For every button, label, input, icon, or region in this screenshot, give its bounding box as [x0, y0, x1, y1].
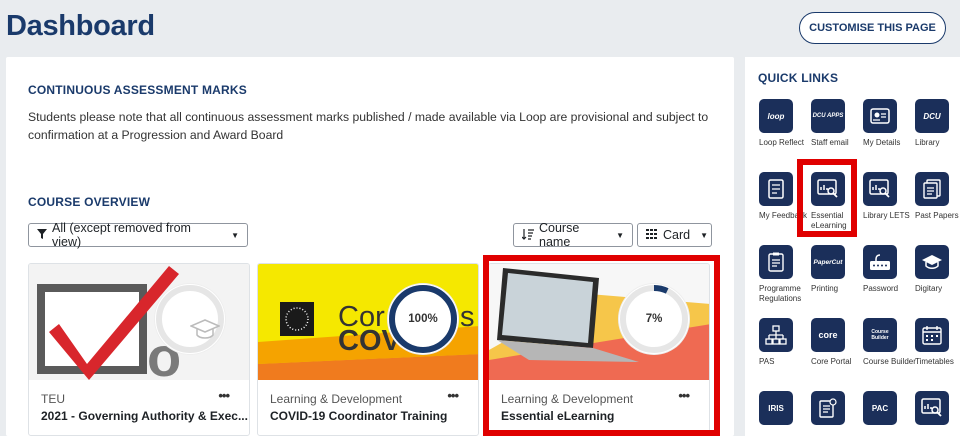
course-menu-button[interactable]: ••• [678, 388, 690, 403]
timetables-icon[interactable] [915, 318, 949, 352]
caret-down-icon: ▼ [231, 230, 239, 240]
quick-link-label[interactable]: Loop Reflect [759, 138, 815, 148]
page-title: Dashboard [6, 10, 155, 42]
quick-link-label[interactable]: Printing [811, 284, 867, 294]
sort-dropdown[interactable]: Course name ▼ [513, 221, 633, 249]
digitary-icon[interactable] [915, 245, 949, 279]
assessment-notice: Students please note that all continuous… [28, 110, 709, 142]
loop-reflect-icon[interactable]: loop [759, 99, 793, 133]
sort-label: Course name [539, 221, 580, 249]
elearning-icon[interactable] [811, 172, 845, 206]
course-name[interactable]: COVID-19 Coordinator Training [270, 409, 447, 423]
sort-icon [521, 228, 534, 243]
course-image: 7% [489, 264, 709, 380]
feedback-icon[interactable] [759, 172, 793, 206]
assessment-heading: CONTINUOUS ASSESSMENT MARKS [28, 83, 247, 97]
quick-link-label[interactable]: Library [915, 138, 960, 148]
past-papers-icon[interactable] [915, 172, 949, 206]
library-icon[interactable]: DCU [915, 99, 949, 133]
filter-icon [37, 228, 47, 242]
customise-page-button[interactable]: CUSTOMISE THIS PAGE [799, 12, 946, 44]
quick-link-label[interactable]: Essential eLearning [811, 211, 867, 231]
quick-links-heading: QUICK LINKS [758, 71, 839, 85]
password-icon[interactable] [863, 245, 897, 279]
search-report-icon[interactable] [915, 391, 949, 425]
staff-email-icon[interactable]: DCU APPS [811, 99, 845, 133]
course-category: TEU [41, 392, 65, 406]
caret-down-icon: ▼ [700, 230, 709, 240]
svg-text:s: s [460, 301, 475, 333]
course-category: Learning & Development [270, 392, 403, 406]
quick-link-label[interactable]: PAS [759, 357, 815, 367]
library-lets-icon[interactable] [863, 172, 897, 206]
document-icon[interactable] [811, 391, 845, 425]
quick-link-label[interactable]: Timetables [915, 357, 960, 367]
course-image: o [29, 264, 249, 380]
course-category: Learning & Development [501, 392, 634, 406]
progress-ring: 100% [388, 284, 458, 354]
progress-ring: 7% [619, 284, 689, 354]
quick-link-label[interactable]: Staff email [811, 138, 867, 148]
course-card[interactable]: Cor COV s 100% Learning & Development ••… [257, 263, 479, 436]
filter-label: All (except removed from view) [52, 221, 191, 249]
course-card[interactable]: 7% Learning & Development ••• Essential … [488, 263, 710, 436]
regulations-icon[interactable] [759, 245, 793, 279]
caret-down-icon: ▼ [616, 230, 624, 240]
core-portal-icon[interactable]: core [811, 318, 845, 352]
progress-label: 7% [645, 313, 663, 325]
pas-icon[interactable] [759, 318, 793, 352]
course-image: Cor COV s 100% [258, 264, 478, 380]
course-card[interactable]: o TEU ••• 2021 - Governing Authority & E… [28, 263, 250, 436]
view-dropdown[interactable]: Card ▼ [637, 223, 712, 247]
grid-icon [646, 228, 658, 242]
course-menu-button[interactable]: ••• [447, 388, 459, 403]
quick-link-label[interactable]: Library LETS [863, 211, 919, 221]
quick-link-label[interactable]: Core Portal [811, 357, 867, 367]
quick-link-label[interactable]: My Details [863, 138, 919, 148]
grouping-filter-dropdown[interactable]: All (except removed from view) ▼ [28, 221, 248, 249]
id-card-icon[interactable] [863, 99, 897, 133]
iris-icon[interactable]: IRIS [759, 391, 793, 425]
quick-links-panel: QUICK LINKS loop Loop Reflect DCU APPS S… [745, 57, 960, 436]
course-overview-heading: COURSE OVERVIEW [28, 195, 151, 209]
quick-link-label[interactable]: Password [863, 284, 919, 294]
printing-icon[interactable]: PaperCut [811, 245, 845, 279]
quick-link-label[interactable]: Programme Regulations [759, 284, 815, 304]
course-icon-badge [155, 284, 225, 354]
pac-icon[interactable]: PAC [863, 391, 897, 425]
course-name[interactable]: Essential eLearning [501, 409, 614, 423]
quick-link-label[interactable]: Course Builder [863, 357, 919, 367]
quick-link-label[interactable]: Past Papers [915, 211, 960, 221]
quick-link-label[interactable]: My Feedback [759, 211, 815, 221]
course-name[interactable]: 2021 - Governing Authority & Exec... [41, 409, 248, 423]
quick-link-label[interactable]: Digitary [915, 284, 960, 294]
view-label: Card [663, 228, 691, 242]
progress-label: 100% [408, 313, 438, 325]
course-builder-icon[interactable]: Course Builder [863, 318, 897, 352]
main-panel: CONTINUOUS ASSESSMENT MARKS Students ple… [6, 57, 734, 436]
course-menu-button[interactable]: ••• [218, 388, 230, 403]
